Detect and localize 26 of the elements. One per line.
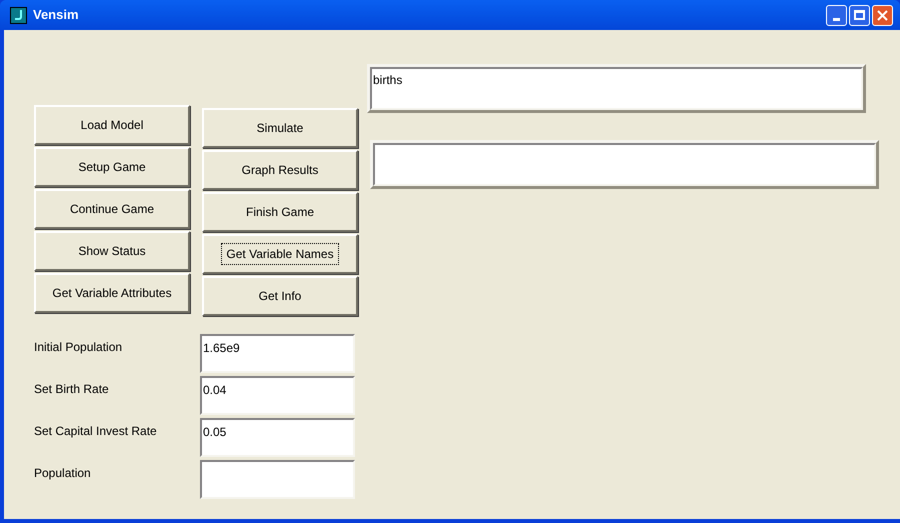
output-field[interactable]: births [367, 64, 866, 113]
parameter-field[interactable]: 0.05 [200, 418, 355, 457]
maximize-button[interactable] [849, 4, 870, 26]
parameter-field[interactable] [200, 460, 355, 499]
output-field[interactable] [370, 140, 879, 189]
window-title: Vensim [33, 6, 80, 24]
app-icon [10, 6, 27, 24]
action-button[interactable]: Simulate [202, 108, 358, 148]
close-button[interactable] [872, 4, 893, 26]
close-icon [877, 10, 888, 20]
parameter-label: Initial Population [34, 339, 124, 356]
action-button[interactable]: Setup Game [34, 147, 190, 187]
action-button[interactable]: Get Variable Attributes [34, 273, 190, 313]
action-button[interactable]: Finish Game [202, 192, 358, 232]
action-button[interactable]: Show Status [34, 231, 190, 271]
parameter-field[interactable]: 0.04 [200, 376, 355, 415]
parameter-field[interactable]: 1.65e9 [200, 334, 355, 373]
action-button[interactable]: Load Model [34, 105, 190, 145]
minimize-button[interactable] [826, 4, 847, 26]
action-button[interactable]: Graph Results [202, 150, 358, 190]
parameter-label: Set Birth Rate [34, 381, 110, 398]
parameter-label: Population [34, 465, 92, 482]
action-button[interactable]: Continue Game [34, 189, 190, 229]
action-button[interactable]: Get Info [202, 276, 358, 316]
parameter-label: Set Capital Invest Rate [34, 423, 158, 440]
action-button[interactable]: Get Variable Names [202, 234, 358, 274]
